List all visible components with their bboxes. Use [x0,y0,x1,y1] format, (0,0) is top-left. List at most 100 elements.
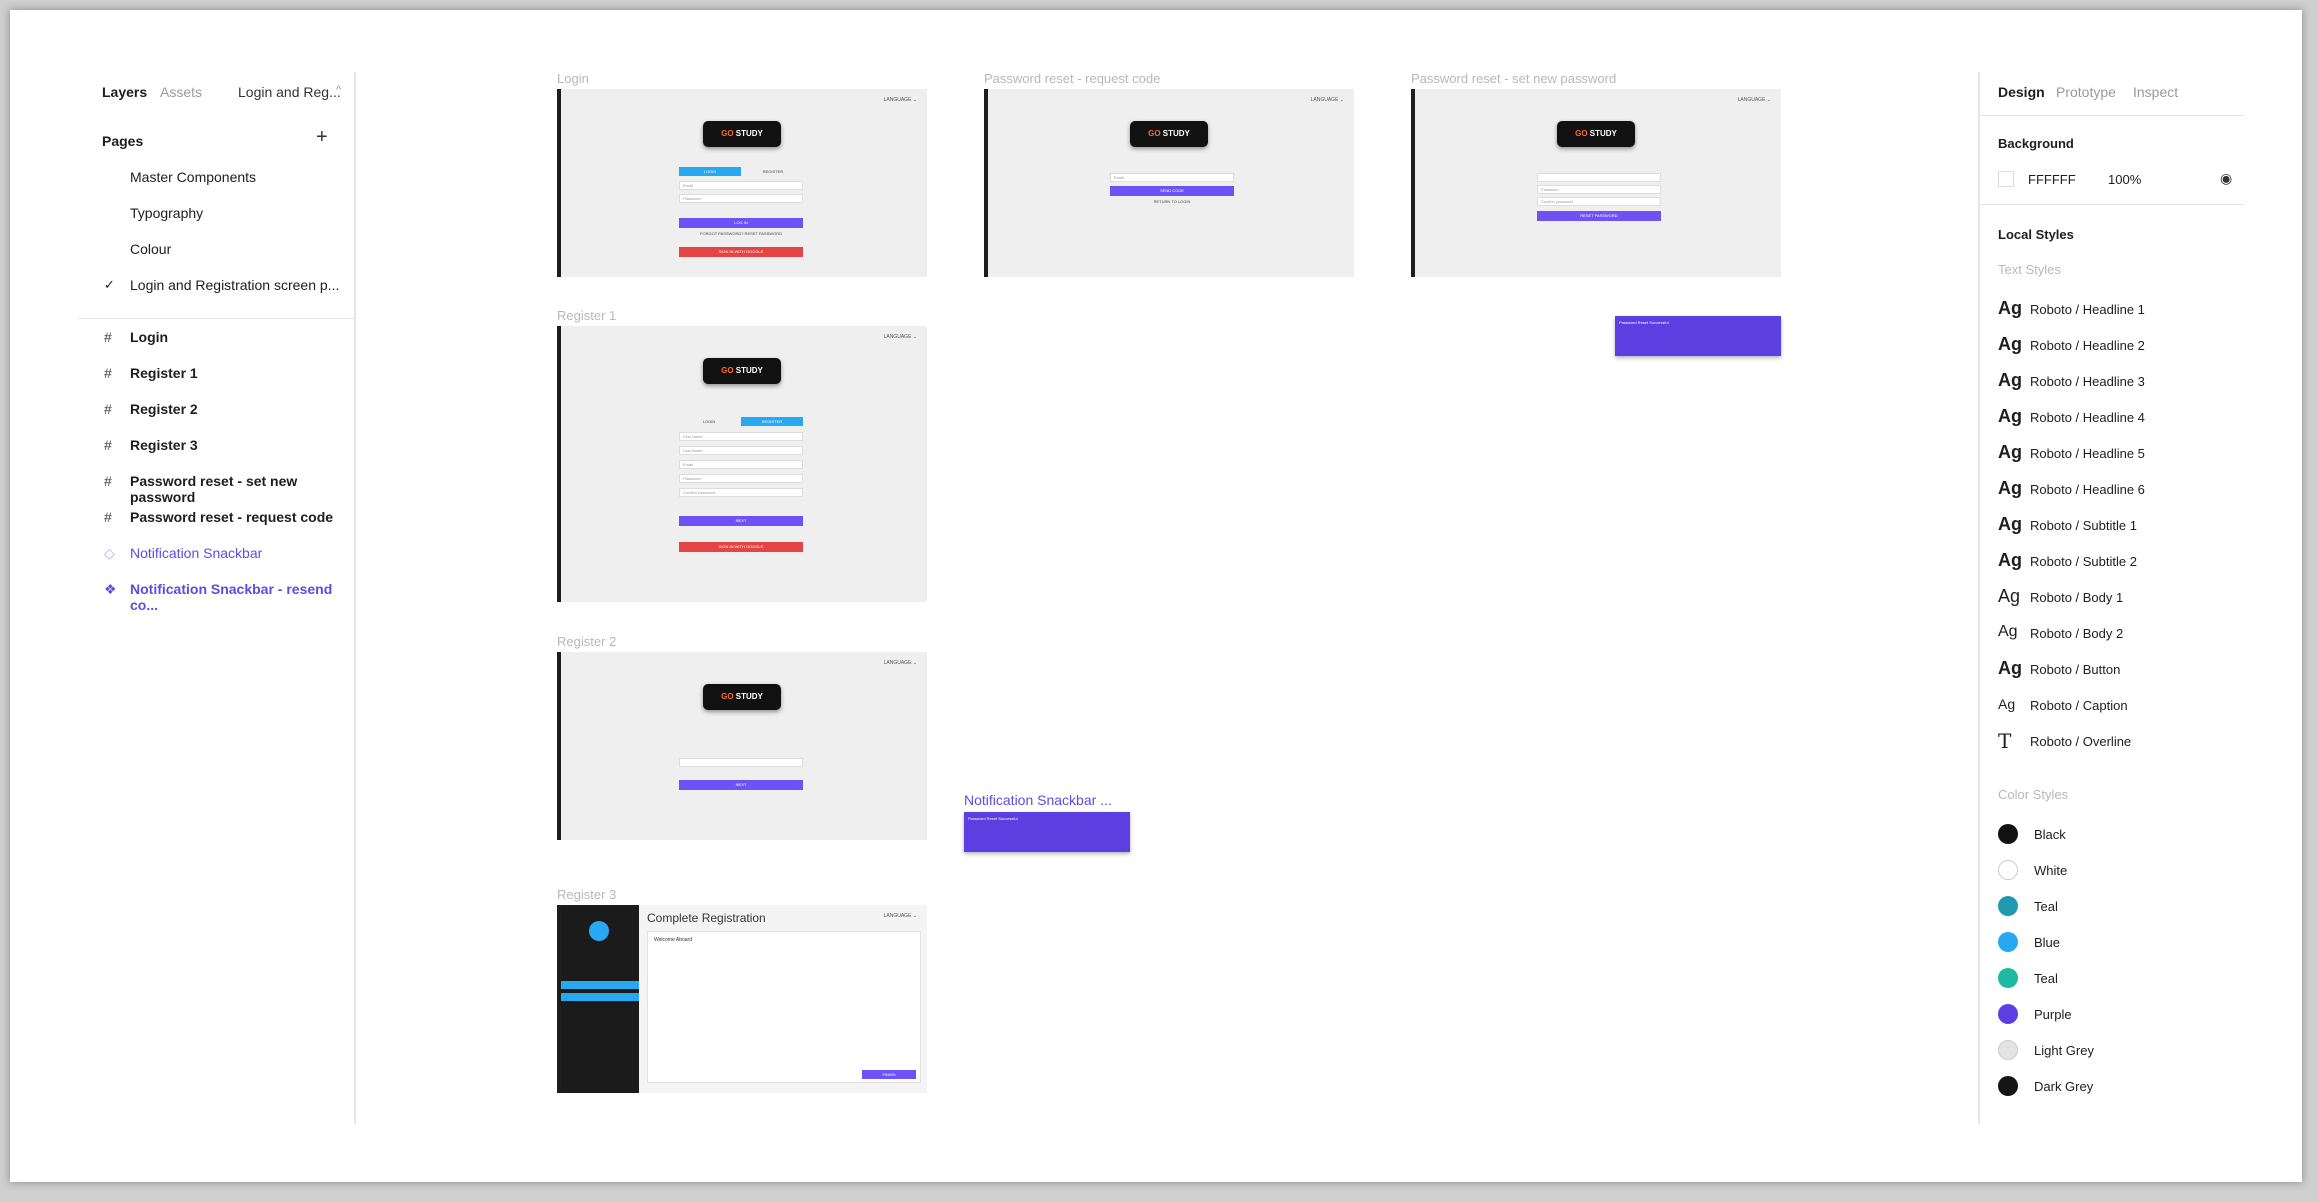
text-style-preview: Ag [1998,658,2022,678]
text-style-item[interactable]: Roboto / Headline 1 [2030,302,2145,317]
background-title: Background [1998,136,2074,151]
email-field: Email [679,460,803,469]
layer-component[interactable]: Notification Snackbar [130,545,262,561]
page-item[interactable]: Colour [130,241,171,257]
logo-mark: GO [1148,129,1161,138]
finish-button: FINISH [862,1070,916,1079]
frame-register3[interactable]: Complete Registration LANGUAGE ⌄ Welcome… [557,905,927,1093]
text-style-item[interactable]: Roboto / Headline 5 [2030,446,2145,461]
add-page-icon[interactable]: + [316,126,328,149]
color-swatch [1998,896,2018,916]
tab-inspect[interactable]: Inspect [2133,84,2178,100]
text-style-item[interactable]: Roboto / Headline 6 [2030,482,2145,497]
layer-frame[interactable]: Password reset - request code [130,509,333,525]
color-swatch [1998,824,2018,844]
canvas[interactable]: Login LANGUAGE ⌄ GO STUDY LOGIN REGISTER… [358,10,1978,1182]
color-style-item[interactable]: White [2034,863,2067,878]
language-selector: LANGUAGE ⌄ [1310,97,1344,103]
text-style-item[interactable]: Roboto / Headline 4 [2030,410,2145,425]
submit-button: NEXT [679,780,803,790]
layer-component[interactable]: Notification Snackbar - resend co... [130,581,354,613]
text-style-item[interactable]: Roboto / Subtitle 1 [2030,518,2137,533]
complete-registration-title: Complete Registration [647,911,766,925]
text-style-item[interactable]: Roboto / Body 2 [2030,626,2123,641]
logo-mark: GO [1575,129,1588,138]
check-icon: ✓ [104,277,115,292]
layer-frame[interactable]: Password reset - set new password [130,473,354,505]
text-style-item[interactable]: Roboto / Headline 3 [2030,374,2145,389]
text-style-item[interactable]: Roboto / Overline [2030,734,2131,749]
page-item-active[interactable]: Login and Registration screen p... [130,277,339,293]
google-button: SIGN IN WITH GOOGLE [679,247,803,257]
color-style-item[interactable]: Blue [2034,935,2060,950]
layer-frame[interactable]: Register 3 [130,437,198,453]
frame-label-register3[interactable]: Register 3 [557,887,616,902]
register-tab: REGISTER [762,169,784,174]
frame-register1[interactable]: LANGUAGE ⌄ GO STUDY LOGIN REGISTER First… [557,326,927,602]
tab-layers[interactable]: Layers [102,84,147,100]
google-button: SIGN IN WITH GOOGLE [679,542,803,552]
forgot-password-text: FORGOT PASSWORD? RESET PASSWORD [700,231,782,236]
frame-register2[interactable]: LANGUAGE ⌄ GO STUDY NEXT [557,652,927,840]
color-style-item[interactable]: Purple [2034,1007,2072,1022]
color-style-item[interactable]: Teal [2034,971,2058,986]
frame-pw-new[interactable]: LANGUAGE ⌄ GO STUDY Password Confirm pas… [1411,89,1781,277]
frame-pw-request[interactable]: LANGUAGE ⌄ GO STUDY Email SEND CODE RETU… [984,89,1354,277]
frame-label-register1[interactable]: Register 1 [557,308,616,323]
new-password-field: Password [1537,185,1661,194]
frame-label-pw-request[interactable]: Password reset - request code [984,71,1160,86]
file-page-selector[interactable]: Login and Reg... [238,84,341,100]
tab-prototype[interactable]: Prototype [2056,84,2116,100]
logo-mark: GO [721,366,734,375]
background-opacity[interactable]: 100% [2108,172,2141,187]
frame-label-register2[interactable]: Register 2 [557,634,616,649]
text-style-item[interactable]: Roboto / Caption [2030,698,2128,713]
confirm-password-field: Confirm password [679,488,803,497]
gostudy-logo: GO STUDY [703,358,781,384]
divider [78,318,356,319]
logo-text: STUDY [735,366,763,375]
color-style-item[interactable]: Black [2034,827,2066,842]
layer-frame[interactable]: Login [130,329,168,345]
text-style-preview: Ag [1998,623,2018,640]
eye-icon[interactable]: ◉ [2220,170,2232,187]
component-icon: ◇ [104,545,115,561]
last-name-field: Last Name [679,446,803,455]
tab-assets[interactable]: Assets [160,84,202,100]
frame-icon: # [104,401,112,417]
chevron-up-icon[interactable]: ^ [336,84,341,96]
sidebar-step-2 [561,993,639,1001]
logo-mark: GO [721,692,734,701]
frame-label-snackbar[interactable]: Notification Snackbar ... [964,792,1112,808]
color-style-item[interactable]: Light Grey [2034,1043,2094,1058]
layer-frame[interactable]: Register 2 [130,401,198,417]
layer-frame[interactable]: Register 1 [130,365,198,381]
background-swatch[interactable] [1998,171,2014,187]
color-swatch [1998,932,2018,952]
frame-label-login[interactable]: Login [557,71,589,86]
frame-login[interactable]: LANGUAGE ⌄ GO STUDY LOGIN REGISTER Email… [557,89,927,277]
frame-icon: # [104,473,112,489]
frame-label-pw-new[interactable]: Password reset - set new password [1411,71,1616,86]
text-style-item[interactable]: Roboto / Body 1 [2030,590,2123,605]
text-style-item[interactable]: Roboto / Subtitle 2 [2030,554,2137,569]
page-item[interactable]: Master Components [130,169,256,185]
password-field: Password [679,474,803,483]
notification-snackbar[interactable]: Password Reset Successful [1615,316,1781,356]
color-style-item[interactable]: Dark Grey [2034,1079,2093,1094]
text-style-item[interactable]: Roboto / Headline 2 [2030,338,2145,353]
frame-icon: # [104,329,112,345]
color-style-item[interactable]: Teal [2034,899,2058,914]
language-selector: LANGUAGE ⌄ [883,660,917,666]
pages-title: Pages [102,133,144,149]
logo-mark: GO [721,129,734,138]
text-style-item[interactable]: Roboto / Button [2030,662,2120,677]
language-selector: LANGUAGE ⌄ [883,913,917,919]
first-name-field: First Name [679,432,803,441]
text-style-preview: Ag [1998,334,2022,354]
page-item[interactable]: Typography [130,205,203,221]
notification-snackbar-resend[interactable]: Password Reset Successful [964,812,1130,852]
background-hex[interactable]: FFFFFF [2028,172,2076,187]
tab-design[interactable]: Design [1998,84,2045,100]
text-style-preview: Ag [1998,442,2022,462]
